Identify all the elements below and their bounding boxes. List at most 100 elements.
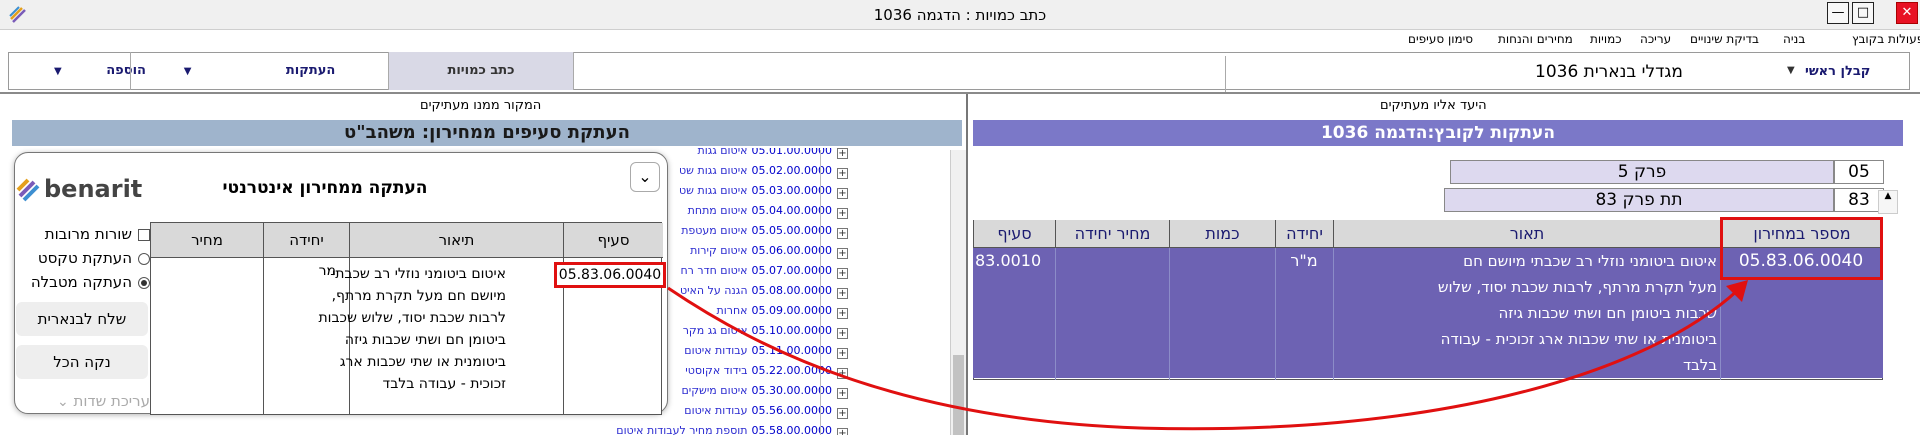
radio-selected-icon[interactable]: [138, 276, 150, 289]
tree-label: אחרות: [716, 304, 748, 317]
tab-copies[interactable]: ▼ העתקות: [130, 52, 388, 90]
tree-label: תוספת מחיר לעבודות איטום: [616, 424, 748, 435]
option-label: שורות מרובות: [44, 225, 132, 243]
menu-file-actions[interactable]: פעולות בקובץ: [1852, 32, 1920, 46]
tree-item-text: 05.22.00.0000בידוד אקוסטי: [685, 364, 832, 377]
tree-label: איטום גג מקר: [682, 324, 748, 337]
tree-item-text: 05.07.00.0000איטום חדר רח: [680, 264, 832, 277]
tree-label: איטום מישקים: [681, 384, 748, 397]
expand-icon[interactable]: +: [837, 248, 848, 259]
source-code-highlight[interactable]: 05.83.06.0040: [554, 262, 666, 288]
close-button[interactable]: ✕: [1896, 2, 1918, 24]
title-bar: כתב כמויות : הדגמה 1036: [0, 0, 1920, 30]
target-pane-header: היעד אליו מעתיקים: [1380, 98, 1487, 113]
tree-item-text: 05.09.00.0000אחרות: [717, 304, 832, 317]
expand-icon[interactable]: +: [837, 408, 848, 419]
tree-label: בידוד אקוסטי: [685, 364, 748, 377]
checkbox-icon[interactable]: [138, 228, 150, 241]
desc-line: לרבות שכבת יסוד, שלוש שכבות: [318, 310, 506, 326]
grid-line: [1055, 248, 1056, 380]
chapter-number[interactable]: 05: [1834, 160, 1884, 184]
tab-write-quantities[interactable]: כתב כמויות: [388, 52, 574, 90]
maximize-button[interactable]: □: [1852, 2, 1874, 24]
menu-mark-items[interactable]: סימון סעיפים: [1408, 32, 1473, 46]
desc-line: זכוכית - עבודה בלבד: [382, 376, 506, 392]
popup-title: העתקה ממחירון אינטרנטי: [222, 178, 428, 198]
tree-item-text: 05.03.00.0000איטום גגות שט: [679, 184, 832, 197]
tree-item-text: 05.08.00.0000הגנה על האיט: [680, 284, 832, 297]
menu-build[interactable]: בניה: [1783, 32, 1805, 46]
tree-item-text: 05.56.00.0000עבודות איטום: [684, 404, 832, 417]
grid-header-unit: יחידה: [1275, 220, 1333, 248]
separator: [1225, 56, 1226, 94]
expand-icon[interactable]: +: [837, 168, 848, 179]
tree-label: איטום קירות: [690, 244, 748, 257]
benarit-logo: benarit: [16, 175, 142, 203]
expand-icon[interactable]: +: [837, 228, 848, 239]
menu-check-changes[interactable]: בדיקת שינויים: [1690, 32, 1759, 46]
tree-item-text: 05.06.00.0000איטום קירות: [690, 244, 832, 257]
source-band: העתקת סעיפים ממחירון: משהב"ט: [12, 120, 962, 146]
menu-prices-discounts[interactable]: מחירים והנחות: [1498, 32, 1573, 46]
grid-header-qty: כמות: [1169, 220, 1275, 248]
chevron-down-icon: ▼: [54, 66, 62, 77]
subchapter-name[interactable]: תת פרק 83: [1444, 188, 1834, 212]
tree-item-text: 05.11.00.0000עבודות איטום: [684, 344, 832, 357]
source-unit: מר: [318, 263, 336, 279]
chevron-down-icon: ⌄: [56, 394, 69, 410]
chapter-name[interactable]: פרק 5: [1450, 160, 1834, 184]
vertical-scrollbar[interactable]: [950, 150, 966, 435]
tree-label: איטום גגות: [697, 148, 748, 157]
expand-icon[interactable]: +: [837, 188, 848, 199]
tree-label: איטום מעטפת: [681, 224, 748, 237]
col-header-price: מחיר: [151, 223, 263, 258]
expand-icon[interactable]: +: [837, 288, 848, 299]
radio-icon[interactable]: [138, 252, 150, 265]
option-copy-table[interactable]: העתקה מטבלה: [20, 273, 150, 293]
tree-label: עבודות איטום: [684, 344, 748, 357]
desc-line: ביטומן חם ושתי שכבות גיזה: [344, 332, 506, 348]
scroll-up-icon[interactable]: ▲: [1878, 190, 1898, 214]
clear-all-button[interactable]: נקה הכל: [16, 345, 148, 379]
option-multi-rows[interactable]: שורות מרובות: [20, 225, 150, 245]
grid-header-unit-price: מחיר יחידה: [1055, 220, 1169, 248]
expand-icon[interactable]: +: [837, 428, 848, 435]
desc-line: ביטומנית או שתי שכבות ארג: [339, 354, 506, 370]
expand-icon[interactable]: +: [837, 308, 848, 319]
grid-line: [1169, 248, 1170, 380]
grid-line: [1333, 248, 1334, 380]
chevron-down-icon: ▼: [1787, 65, 1795, 76]
subchapter-number[interactable]: 83: [1834, 188, 1884, 212]
expand-icon[interactable]: +: [837, 368, 848, 379]
tree-label: עבודות איטום: [684, 404, 748, 417]
send-to-benarit-button[interactable]: שלח לבנארית: [16, 302, 148, 336]
expand-icon[interactable]: +: [837, 148, 848, 159]
project-name: מגדלי בנארית 1036: [1535, 62, 1683, 82]
expand-icon[interactable]: +: [837, 348, 848, 359]
contractor-selector[interactable]: מגדלי בנארית 1036 ▼ קבלן ראשי: [1225, 56, 1905, 94]
contractor-label: קבלן ראשי: [1805, 64, 1871, 79]
scrollbar-thumb[interactable]: [953, 355, 964, 435]
desc-line: מיושם חם מעל תקרת מרתף,: [331, 288, 506, 304]
minimize-button[interactable]: —: [1827, 2, 1849, 24]
tree-label: הגנה על האיט: [679, 284, 748, 297]
expand-icon[interactable]: +: [837, 208, 848, 219]
expand-icon[interactable]: +: [837, 268, 848, 279]
menu-edit[interactable]: עריכה: [1640, 32, 1671, 46]
tree-item-text: 05.02.00.0000איטום גגות שט: [679, 164, 832, 177]
grid-desc-line: בלבד: [1682, 356, 1717, 374]
edit-fields-toggle[interactable]: עריכת שדות ⌄: [22, 392, 150, 410]
tree-item-text: 05.10.00.0000איטום גג מקר: [683, 324, 832, 337]
grid-desc-line: מעל תקרת מרתף, לרבות שכבת יסוד, שלוש: [1437, 278, 1717, 296]
edit-fields-label: עריכת שדות: [73, 392, 150, 410]
menu-quantities[interactable]: כמויות: [1590, 32, 1622, 46]
tree-item[interactable]: +05.58.00.0000תוספת מחיר לעבודות איטום: [580, 424, 848, 435]
option-copy-text[interactable]: העתקת טקסט: [20, 249, 150, 269]
expand-icon[interactable]: +: [837, 328, 848, 339]
expand-icon[interactable]: +: [837, 388, 848, 399]
option-label: העתקה מטבלה: [30, 273, 132, 291]
target-code-highlight: [1720, 217, 1883, 280]
grid-header-desc: תאור: [1333, 220, 1720, 248]
chevron-down-icon: ⌄: [638, 167, 652, 186]
collapse-button[interactable]: ⌄: [630, 162, 660, 192]
